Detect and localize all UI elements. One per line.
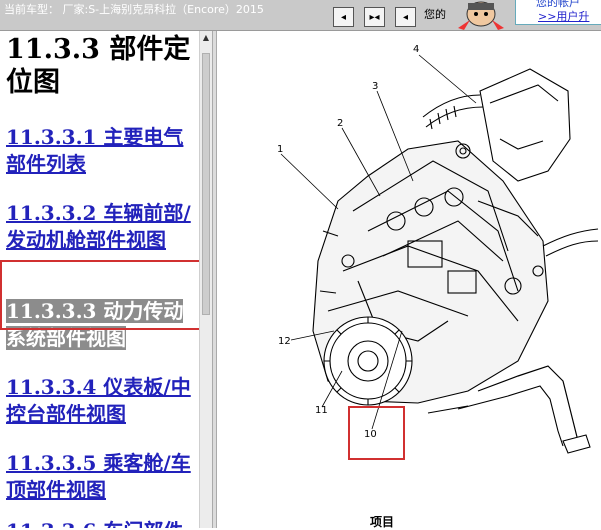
pane-splitter[interactable] [212,31,217,528]
user-panel: 您的帐户 >>用户升 [515,0,601,25]
section-heading: 11.3.3 部件定位图 [6,34,191,98]
welcome-text: 您的 [424,8,446,21]
toggle-pane-button[interactable]: ▸◂ [364,7,385,27]
callout-1: 1 [277,144,283,155]
highlight-box-active-item [0,260,206,330]
collapse-icon: ▸◂ [369,11,380,23]
table-caption: 项目 [370,515,395,529]
highlight-box-callout-10 [348,406,405,460]
arrow-left-icon: ◂ [402,11,409,23]
callout-12: 12 [278,336,291,347]
toc-link-instrument-panel[interactable]: 11.3.3.4 仪表板/中控台部件视图 [6,374,196,428]
callout-2: 2 [337,118,343,129]
back-button[interactable]: ◂ [395,7,416,27]
toc-link-door-components[interactable]: 11.3.3.6 车门部件 [6,518,196,528]
scroll-up-icon[interactable]: ▲ [201,33,211,43]
prev-page-button[interactable]: ◂ [333,7,354,27]
current-model-label: 当前车型： 厂家:S-上海别克昂科拉（Encore）2015 [4,3,264,16]
upgrade-link[interactable]: >>用户升 [538,8,589,24]
top-bar: 当前车型： 厂家:S-上海别克昂科拉（Encore）2015 ◂ ▸◂ ◂ 您的… [0,0,601,31]
toc-link-electrical-list[interactable]: 11.3.3.1 主要电气部件列表 [6,124,196,178]
toc-scrollbar[interactable]: ▲ [199,31,212,528]
mascot-icon [458,1,504,30]
callout-4: 4 [413,44,419,55]
arrow-left-icon: ◂ [340,11,347,23]
toc-link-passenger-cabin[interactable]: 11.3.3.5 乘客舱/车顶部件视图 [6,450,196,504]
callout-11: 11 [315,405,328,416]
powertrain-diagram: 4 3 2 1 12 11 10 [277,44,599,454]
scrollbar-thumb[interactable] [202,53,210,315]
callout-3: 3 [372,81,378,92]
toc-link-engine-compartment[interactable]: 11.3.3.2 车辆前部/发动机舱部件视图 [6,200,196,254]
